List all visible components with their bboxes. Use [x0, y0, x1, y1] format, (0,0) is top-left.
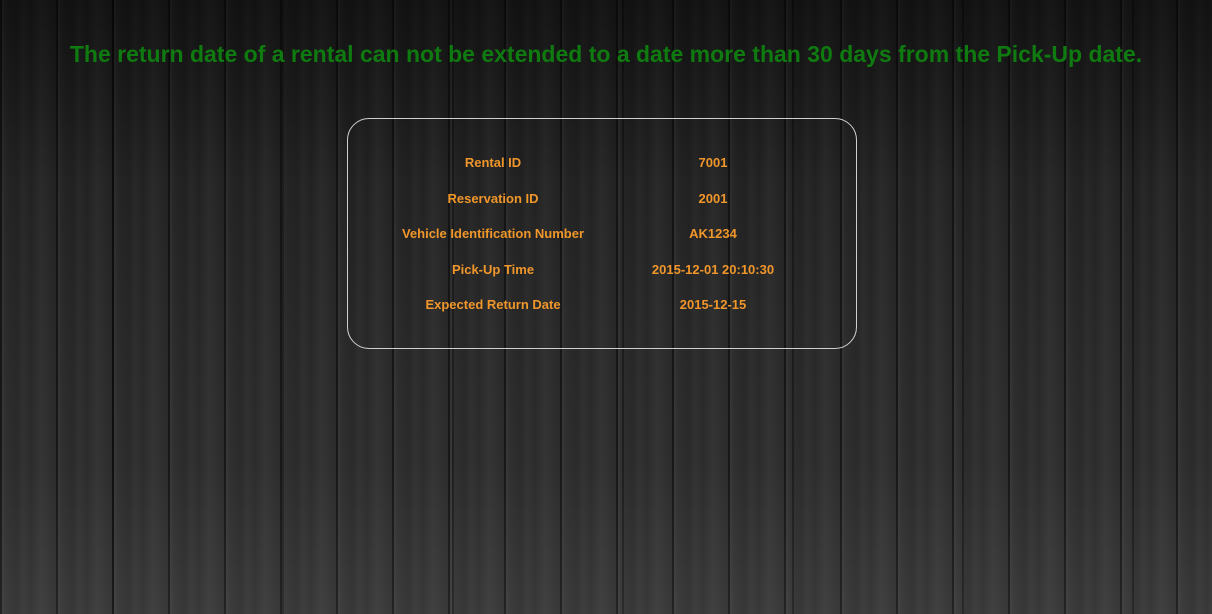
rental-id-value: 7001 [698, 155, 728, 171]
expected-return-date-label: Expected Return Date [425, 297, 561, 313]
table-row-expected-return-date: Expected Return Date 2015-12-15 [348, 287, 858, 323]
error-message: The return date of a rental can not be e… [69, 41, 1143, 67]
rental-extension-page: { "message": { "text": "The return date … [0, 0, 1212, 614]
pickup-time-label: Pick-Up Time [451, 261, 535, 277]
rental-id-label: Rental ID [464, 155, 522, 171]
rental-details-table: Rental ID 7001 Reservation ID 2001 Vehic… [348, 145, 858, 323]
table-row-rental-id: Rental ID 7001 [348, 145, 858, 181]
reservation-id-value: 2001 [698, 190, 728, 206]
pickup-time-value: 2015-12-01 20:10:30 [651, 261, 775, 277]
rental-details-panel: Rental ID 7001 Reservation ID 2001 Vehic… [347, 118, 857, 349]
expected-return-date-value: 2015-12-15 [679, 297, 747, 313]
table-row-reservation-id: Reservation ID 2001 [348, 181, 858, 217]
vin-value: AK1234 [689, 226, 737, 242]
table-row-pickup-time: Pick-Up Time 2015-12-01 20:10:30 [348, 252, 858, 288]
vin-label: Vehicle Identification Number [401, 226, 585, 242]
table-row-vin: Vehicle Identification Number AK1234 [348, 216, 858, 252]
reservation-id-label: Reservation ID [447, 190, 539, 206]
